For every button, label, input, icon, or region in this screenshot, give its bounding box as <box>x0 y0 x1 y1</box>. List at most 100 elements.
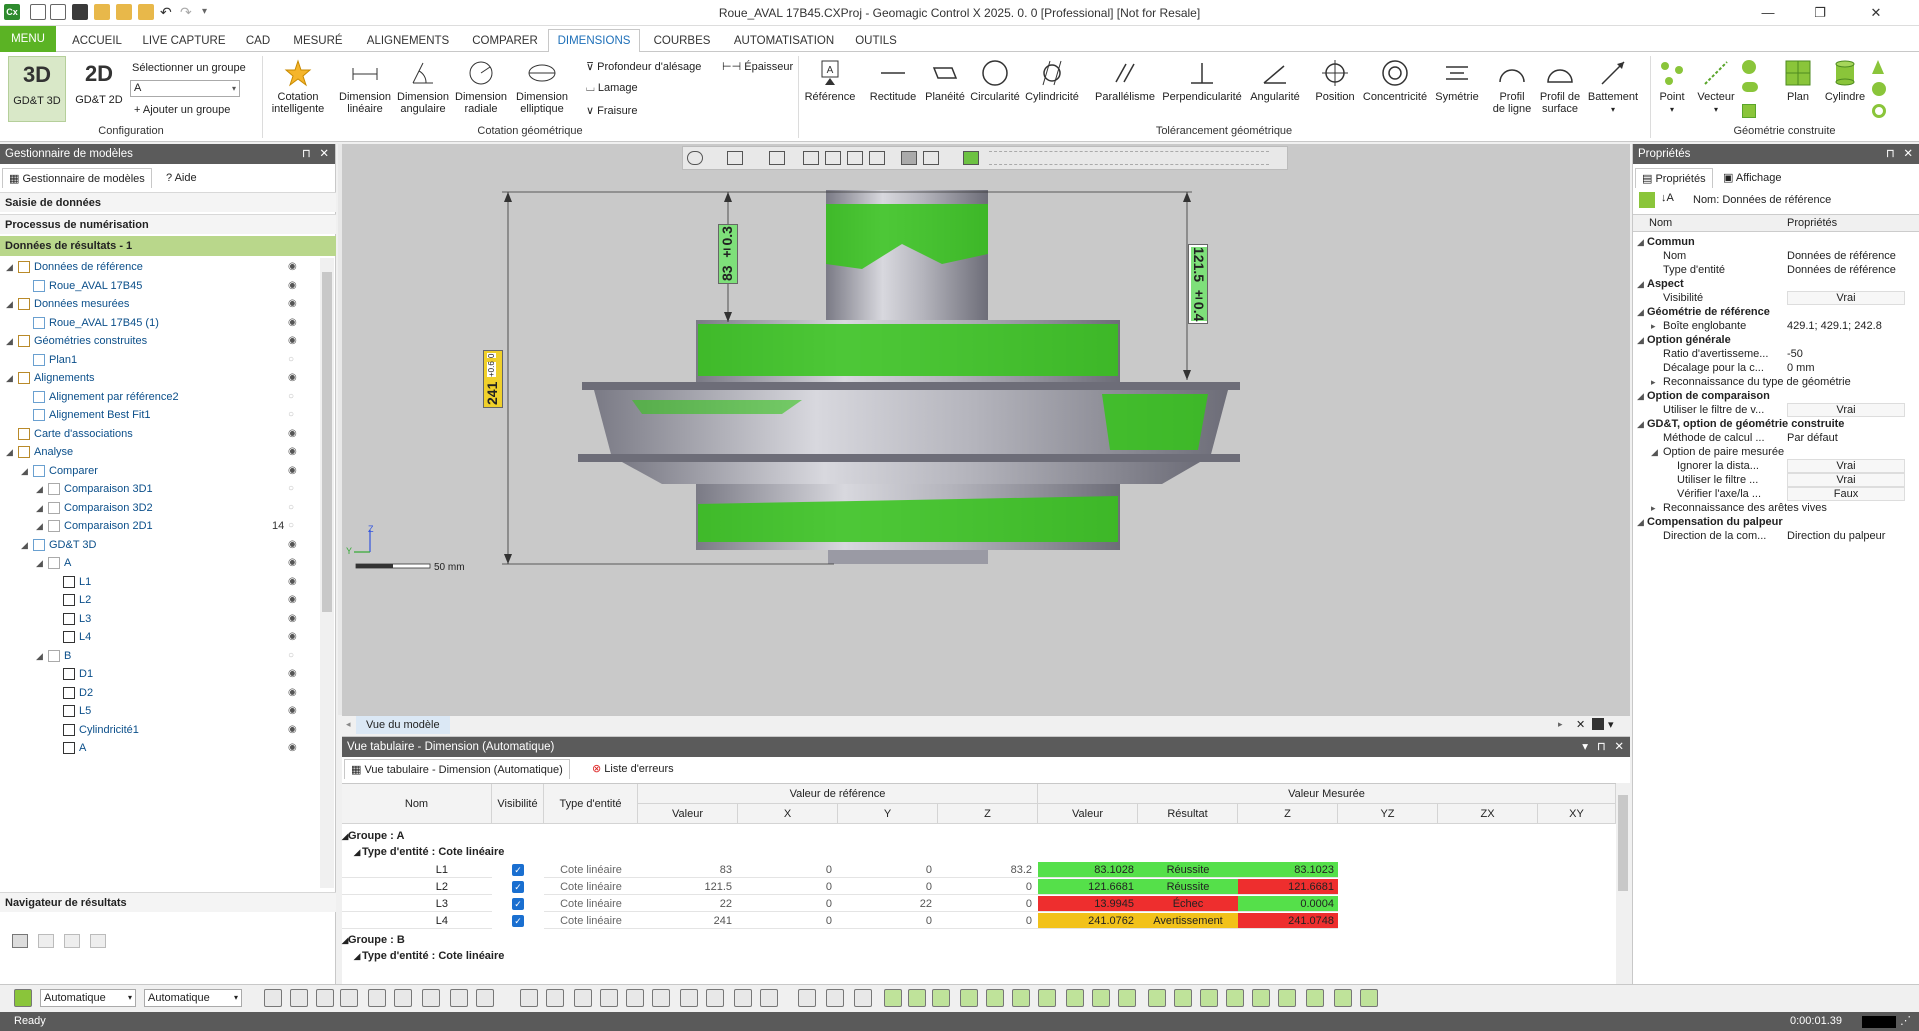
toolbar-tool-icon[interactable] <box>798 989 816 1007</box>
section-resultats[interactable]: Données de résultats - 1 <box>0 236 336 256</box>
dimension-label-83[interactable]: 83 ±0.3 <box>718 224 738 284</box>
visibility-eye-icon[interactable]: ◉ <box>288 462 302 480</box>
expand-icon[interactable]: ◢ <box>6 369 13 387</box>
tree-scrollbar[interactable] <box>320 258 334 888</box>
reference-button[interactable]: A Référence <box>802 58 858 103</box>
navigator-icon[interactable] <box>64 934 80 948</box>
torus-icon[interactable] <box>1872 104 1886 118</box>
tab-table-view[interactable]: ▦ Vue tabulaire - Dimension (Automatique… <box>344 759 570 779</box>
navigator-icon[interactable] <box>90 934 106 948</box>
column-subheader[interactable]: Z <box>938 804 1038 824</box>
cotation-intelligente-button[interactable]: Cotation intelligente <box>266 58 330 115</box>
column-subheader[interactable]: X <box>738 804 838 824</box>
concentricite-button[interactable]: Concentricité <box>1360 58 1430 103</box>
section-navigateur[interactable]: Navigateur de résultats <box>0 892 336 912</box>
chevron-down-icon[interactable]: ▾ <box>1582 737 1588 757</box>
section-saisie[interactable]: Saisie de données <box>0 192 336 212</box>
toolbar-tool-icon[interactable] <box>1038 989 1056 1007</box>
close-icon[interactable]: ✕ <box>1903 144 1913 164</box>
toolbar-tool-icon[interactable] <box>1174 989 1192 1007</box>
section-processus[interactable]: Processus de numérisation <box>0 214 336 234</box>
tree-item[interactable]: ◢ Données de référence ◉ <box>0 258 336 276</box>
gdt-3d-button[interactable]: 3D GD&T 3D <box>8 56 66 122</box>
toolbar-tool-icon[interactable] <box>1252 989 1270 1007</box>
tab-accueil[interactable]: ACCUEIL <box>64 30 130 52</box>
column-subheader[interactable]: Valeur <box>1038 804 1138 824</box>
visibility-eye-icon[interactable]: ◉ <box>288 554 302 572</box>
property-value[interactable]: Vrai <box>1787 403 1905 417</box>
tree-item[interactable]: ◢ Comparaison 3D1 ○ <box>0 480 336 498</box>
visibility-eye-icon[interactable]: ◉ <box>288 443 302 461</box>
selection-filter-icon[interactable] <box>14 989 32 1007</box>
expand-icon[interactable]: ◢ <box>6 443 13 461</box>
tab-dimensions[interactable]: DIMENSIONS <box>548 29 640 53</box>
next-view-icon[interactable] <box>1592 718 1604 730</box>
symetrie-button[interactable]: Symétrie <box>1430 58 1484 103</box>
dimension-radiale-button[interactable]: Dimension radiale <box>452 58 510 115</box>
toolbar-tool-icon[interactable] <box>854 989 872 1007</box>
minimize-button[interactable]: — <box>1748 3 1788 23</box>
position-button[interactable]: Position <box>1310 58 1360 103</box>
property-value[interactable]: Vrai <box>1787 473 1905 487</box>
expand-icon[interactable]: ◢ <box>352 948 362 964</box>
visibility-eye-icon[interactable]: ◉ <box>288 369 302 387</box>
tree-item[interactable]: Plan1 ○ <box>0 351 336 369</box>
column-subheader[interactable]: YZ <box>1338 804 1438 824</box>
toolbar-tool-icon[interactable] <box>884 989 902 1007</box>
expand-icon[interactable]: ◢ <box>340 932 350 948</box>
expand-icon[interactable]: ◢ <box>36 554 43 572</box>
tree-item[interactable]: A ◉ <box>0 739 336 757</box>
column-subheader[interactable]: Y <box>838 804 938 824</box>
pin-icon[interactable]: ⊓ <box>1597 737 1606 757</box>
parallelisme-button[interactable]: Parallélisme <box>1090 58 1160 103</box>
visibility-checkbox[interactable]: ✓ <box>512 881 524 893</box>
category-view-icon[interactable] <box>1639 192 1655 208</box>
selection-target-select[interactable]: Automatique ▾ <box>144 989 242 1007</box>
toolbar-tool-icon[interactable] <box>546 989 564 1007</box>
column-header-visibilite[interactable]: Visibilité <box>492 784 544 824</box>
visibility-eye-icon[interactable]: ◉ <box>288 314 302 332</box>
toolbar-tool-icon[interactable] <box>450 989 468 1007</box>
pin-icon[interactable]: ⊓ <box>302 144 311 164</box>
chevron-down-icon[interactable]: ▾ <box>1608 718 1614 731</box>
tab-cad[interactable]: CAD <box>238 30 278 52</box>
visibility-eye-icon[interactable]: ◉ <box>288 573 302 591</box>
tree-item[interactable]: Roue_AVAL 17B45 (1) ◉ <box>0 314 336 332</box>
toolbar-tool-icon[interactable] <box>1278 989 1296 1007</box>
angularite-button[interactable]: Angularité <box>1244 58 1306 103</box>
toolbar-tool-icon[interactable] <box>760 989 778 1007</box>
column-subheader[interactable]: Résultat <box>1138 804 1238 824</box>
selection-mode-select[interactable]: Automatique ▾ <box>40 989 136 1007</box>
rectitude-button[interactable]: Rectitude <box>864 58 922 103</box>
close-view-icon[interactable]: ✕ <box>1576 718 1585 731</box>
property-value[interactable]: Vrai <box>1787 291 1905 305</box>
toolbar-tool-icon[interactable] <box>932 989 950 1007</box>
tab-error-list[interactable]: ⊗ Liste d'erreurs <box>586 759 680 779</box>
chevron-left-icon[interactable]: ◂ <box>346 719 351 730</box>
toolbar-tool-icon[interactable] <box>986 989 1004 1007</box>
tab-mesure[interactable]: MESURÉ <box>286 30 350 52</box>
table-cell-nom[interactable]: L4 <box>342 913 492 929</box>
property-value[interactable]: Faux <box>1787 487 1905 501</box>
toolbar-tool-icon[interactable] <box>1118 989 1136 1007</box>
visibility-eye-icon[interactable]: ◉ <box>288 332 302 350</box>
toolbar-tool-icon[interactable] <box>340 989 358 1007</box>
group-select[interactable]: A ▾ <box>130 80 240 97</box>
cone-icon[interactable] <box>1872 60 1884 74</box>
cylindricite-button[interactable]: Cylindricité <box>1022 58 1082 103</box>
toolbar-tool-icon[interactable] <box>1306 989 1324 1007</box>
property-row[interactable]: Direction de la com... Direction du palpe… <box>1633 528 1919 545</box>
expand-icon[interactable]: ◢ <box>36 480 43 498</box>
toolbar-tool-icon[interactable] <box>652 989 670 1007</box>
dimension-label-121[interactable]: 121.5 ±0.4 <box>1188 244 1208 324</box>
tree-item[interactable]: Roue_AVAL 17B45 ◉ <box>0 277 336 295</box>
pin-icon[interactable]: ⊓ <box>1886 144 1895 164</box>
tree-item[interactable]: Alignement Best Fit1 ○ <box>0 406 336 424</box>
perpendicularite-button[interactable]: Perpendicularité <box>1160 58 1244 103</box>
visibility-eye-icon[interactable]: ◉ <box>288 258 302 276</box>
maximize-button[interactable]: ❐ <box>1800 3 1840 23</box>
column-header-nom[interactable]: Nom <box>342 784 492 824</box>
visibility-eye-icon[interactable]: ◉ <box>288 665 302 683</box>
tree-item[interactable]: Cylindricité1 ◉ <box>0 721 336 739</box>
tree-item[interactable]: ◢ GD&T 3D ◉ <box>0 536 336 554</box>
